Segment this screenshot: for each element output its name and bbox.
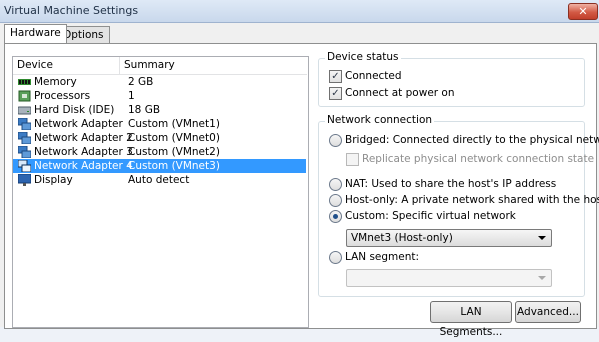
network-adapter-icon xyxy=(18,146,31,158)
device-summary: 2 GB xyxy=(128,76,154,88)
network-connection-legend: Network connection xyxy=(325,114,435,126)
device-row-display[interactable]: Display Auto detect xyxy=(13,173,306,187)
device-name: Network Adapter 4 xyxy=(34,160,133,172)
device-row-network-adapter-3[interactable]: Network Adapter 3 Custom (VMnet2) xyxy=(13,145,306,159)
network-adapter-icon xyxy=(18,132,31,144)
device-row-network-adapter[interactable]: Network Adapter Custom (VMnet1) xyxy=(13,117,306,131)
custom-label: Custom: Specific virtual network xyxy=(345,210,516,222)
advanced-button[interactable]: Advanced... xyxy=(515,301,581,323)
device-name: Network Adapter 3 xyxy=(34,146,133,158)
radio-indicator xyxy=(329,194,342,207)
device-summary: Custom (VMnet2) xyxy=(128,146,220,158)
device-status-legend: Device status xyxy=(325,51,401,63)
lan-segment-label: LAN segment: xyxy=(345,251,420,263)
device-status-group: Device status ✓ Connected ✓ Connect at p… xyxy=(318,51,585,107)
radio-indicator xyxy=(329,178,342,191)
connected-label: Connected xyxy=(345,70,402,82)
device-name: Processors xyxy=(34,90,91,102)
checkmark-icon: ✓ xyxy=(329,87,342,100)
bridged-label: Bridged: Connected directly to the physi… xyxy=(345,134,599,146)
tab-hardware[interactable]: Hardware xyxy=(4,24,67,43)
processor-icon xyxy=(18,90,31,102)
device-row-hard-disk[interactable]: Hard Disk (IDE) 18 GB xyxy=(13,103,306,117)
radio-indicator xyxy=(329,210,342,223)
device-name: Network Adapter xyxy=(34,118,123,130)
device-summary: Custom (VMnet0) xyxy=(128,132,220,144)
title-bar: Virtual Machine Settings ✕ xyxy=(0,0,599,23)
device-summary: Custom (VMnet1) xyxy=(128,118,220,130)
device-summary: 18 GB xyxy=(128,104,161,116)
device-summary: Custom (VMnet3) xyxy=(128,160,220,172)
chevron-down-icon xyxy=(538,236,546,240)
checkmark-icon: ✓ xyxy=(329,70,342,83)
window-title: Virtual Machine Settings xyxy=(4,4,139,17)
radio-indicator xyxy=(329,251,342,264)
device-row-processors[interactable]: Processors 1 xyxy=(13,89,306,103)
memory-icon xyxy=(18,79,31,85)
network-adapter-icon xyxy=(18,160,31,172)
display-icon xyxy=(18,174,31,186)
checkbox-indicator xyxy=(346,153,359,166)
hard-disk-icon xyxy=(18,106,31,115)
device-name: Hard Disk (IDE) xyxy=(34,104,115,116)
chevron-down-icon xyxy=(538,276,546,280)
network-adapter-icon xyxy=(18,118,31,130)
close-button[interactable]: ✕ xyxy=(568,3,598,20)
device-summary: 1 xyxy=(128,90,135,102)
device-summary: Auto detect xyxy=(128,174,190,186)
lan-segments-button[interactable]: LAN Segments... xyxy=(430,301,512,338)
custom-network-select[interactable]: VMnet3 (Host-only) xyxy=(346,229,552,247)
network-connection-group: Network connection Bridged: Connected di… xyxy=(318,114,599,297)
connect-at-power-on-label: Connect at power on xyxy=(345,87,455,99)
nat-label: NAT: Used to share the host's IP address xyxy=(345,178,557,190)
device-row-network-adapter-4[interactable]: Network Adapter 4 Custom (VMnet3) xyxy=(13,159,306,173)
custom-network-value: VMnet3 (Host-only) xyxy=(351,232,453,244)
device-row-memory[interactable]: Memory 2 GB xyxy=(13,75,306,89)
device-row-network-adapter-2[interactable]: Network Adapter 2 Custom (VMnet0) xyxy=(13,131,306,145)
column-header-device[interactable]: Device xyxy=(13,57,120,75)
device-list[interactable]: Device Summary Memory 2 GB Processors 1 … xyxy=(12,56,309,328)
host-only-label: Host-only: A private network shared with… xyxy=(345,194,599,206)
radio-indicator xyxy=(329,134,342,147)
device-name: Network Adapter 2 xyxy=(34,132,133,144)
replicate-label: Replicate physical network connection st… xyxy=(362,153,595,165)
device-name: Display xyxy=(34,174,73,186)
lan-segment-select[interactable] xyxy=(346,269,552,287)
device-name: Memory xyxy=(34,76,77,88)
column-header-summary[interactable]: Summary xyxy=(120,57,307,75)
